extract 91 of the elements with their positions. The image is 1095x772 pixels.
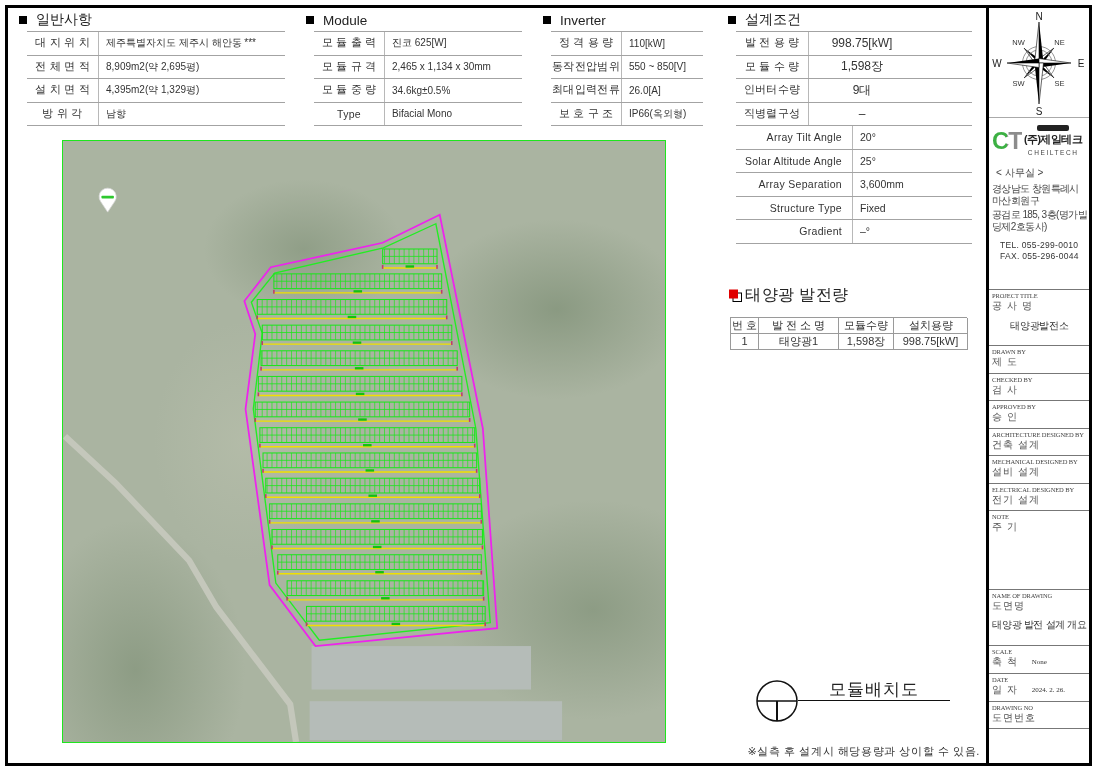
table-label-cell: 설 치 면 적 [27, 79, 99, 102]
office-label: < 사무실 > [995, 166, 1045, 180]
table-label-cell: 모 듈 규 격 [314, 55, 385, 78]
table-label-cell: 정 격 용 량 [551, 32, 622, 55]
fax-number: FAX. 055-296-0044 [999, 251, 1080, 262]
field-label-korean: 건축 설계 [992, 438, 1041, 451]
table-cell: 태양광1 [759, 333, 839, 350]
table-value-cell-text: –° [859, 224, 872, 240]
table-value-cell-text: 3,600mm [859, 177, 905, 193]
table-value-cell-text: 26.0[A] [628, 83, 662, 98]
table-value-cell-text: 110[kW] [628, 36, 666, 51]
section-title: 일반사항 [36, 11, 92, 29]
section-title: Module [323, 12, 368, 28]
table-label-cell: 모 듈 출 력 [314, 32, 385, 55]
table-label-cell: 모 듈 수 량 [736, 55, 809, 78]
field-value: 태양광발전소 [1010, 318, 1069, 333]
location-pin-icon [98, 187, 117, 213]
square-bullet-icon [19, 16, 27, 24]
table-value-cell-text: 진코 625[W] [391, 36, 448, 51]
table-cell: 1,598장 [839, 333, 894, 350]
table-label-cell: Array Separation [736, 173, 853, 196]
office-address: 경상남도 창원특례시 마산회원구 [992, 183, 1080, 206]
field-label-korean: 공 사 명 [992, 300, 1034, 312]
table-header-cell: 모듈수량 [839, 317, 894, 334]
table-label-cell: 방 위 각 [27, 102, 99, 125]
table-value-cell-text: 제주특별자치도 제주시 해안동 *** [105, 36, 257, 51]
phone-number: TEL. 055-299-0010 [999, 240, 1080, 251]
table-label-cell: 모 듈 중 량 [314, 79, 385, 102]
compass-letter: E [1077, 57, 1085, 69]
table-header-cell: 설치용량 [894, 317, 968, 334]
company-name: (주)제일테크 [1024, 133, 1083, 147]
field-label-korean: 전기 설계 [992, 493, 1041, 506]
field-label-korean: 설비 설계 [992, 466, 1041, 478]
table-value-cell-text: 4,395m2(약 1,329평) [105, 83, 201, 98]
table-label-cell: 최대입력전류 [551, 79, 622, 102]
field-label-korean: 도면번호 [992, 711, 1037, 724]
square-bullet-icon [543, 16, 551, 24]
footnote: ※실측 후 설계시 해당용량과 상이할 수 있음. [747, 744, 980, 759]
office-address: 공검로 185, 3층(명가빌딩제2호동사) [992, 209, 1087, 232]
field-label-korean: 검 사 [992, 383, 1019, 396]
table-header-cell: 발 전 소 명 [759, 317, 839, 334]
section-title: 태양광 발전량 [745, 285, 849, 305]
field-label-korean: 제 도 [992, 356, 1019, 368]
compass-letter: W [992, 57, 1002, 69]
table-label-cell: Gradient [736, 220, 853, 243]
field-label-korean: 승 인 [992, 411, 1019, 423]
table-value-cell-text: 8,909m2(약 2,695평) [105, 59, 201, 74]
logo-badge-icon [1037, 125, 1070, 131]
table-label-cell: Solar Altitude Angle [736, 149, 853, 172]
table-value-cell-text: 9대 [851, 81, 873, 99]
title-circle-icon [756, 680, 798, 722]
table-value-cell-text: IP66(옥외형) [628, 106, 688, 121]
table-label-cell: 직병렬구성 [736, 102, 809, 125]
field-value: 태양광 발전 설계 개요 [992, 618, 1087, 632]
field-label-korean: 도면명 [992, 599, 1026, 612]
table-label-cell: 인버터수량 [736, 79, 809, 102]
table-value-cell-text: 20° [859, 130, 877, 146]
compass-star-icon [1006, 21, 1072, 104]
field-label-korean: 일 자 [992, 683, 1018, 696]
table-cell: 998.75[kW] [894, 333, 968, 350]
table-label-cell: 보 호 구 조 [551, 102, 622, 125]
table-value-cell-text: 34.6kg±0.5% [391, 83, 452, 98]
square-bullet-icon [728, 16, 736, 24]
table-cell: 1 [731, 333, 759, 350]
section-title: Inverter [560, 12, 606, 28]
table-value-cell-text: 25° [859, 153, 877, 169]
table-value-cell-text: 1,598장 [840, 58, 884, 76]
table-label-cell: Array Tilt Angle [736, 126, 853, 149]
section-title: 설계조건 [745, 11, 801, 29]
table-label-cell: 동작전압범위 [551, 55, 622, 78]
stacked-squares-icon [729, 289, 742, 302]
table-value-cell-text: 550 ~ 850[V] [628, 60, 687, 75]
table-value-cell-text: 998.75[kW] [830, 35, 894, 53]
table-value-cell-text: – [857, 105, 867, 123]
compass-letter: N [1035, 10, 1043, 22]
table-value-cell-text: Fixed [859, 200, 887, 216]
square-bullet-icon [306, 16, 314, 24]
table-value-cell-text: Bifacial Mono [391, 107, 454, 122]
table-value-cell-text: 2,465 x 1,134 x 30mm [391, 60, 492, 75]
table-label-cell: 전 체 면 적 [27, 55, 99, 78]
solar-panel-array [381, 248, 438, 269]
table-label-cell: Type [314, 102, 385, 125]
drawing-title: 모듈배치도 [798, 680, 950, 701]
field-label-korean: 축 척 [992, 655, 1018, 668]
table-label-cell: Structure Type [736, 196, 853, 219]
compass-letter: S [1035, 105, 1043, 117]
table-header-cell: 번 호 [731, 317, 759, 334]
field-label-korean: 주 기 [992, 521, 1019, 533]
table-label-cell: 대 지 위 치 [27, 32, 99, 55]
table-label-cell: 발 전 용 량 [736, 32, 809, 55]
table-value-cell-text: 남향 [105, 106, 127, 121]
